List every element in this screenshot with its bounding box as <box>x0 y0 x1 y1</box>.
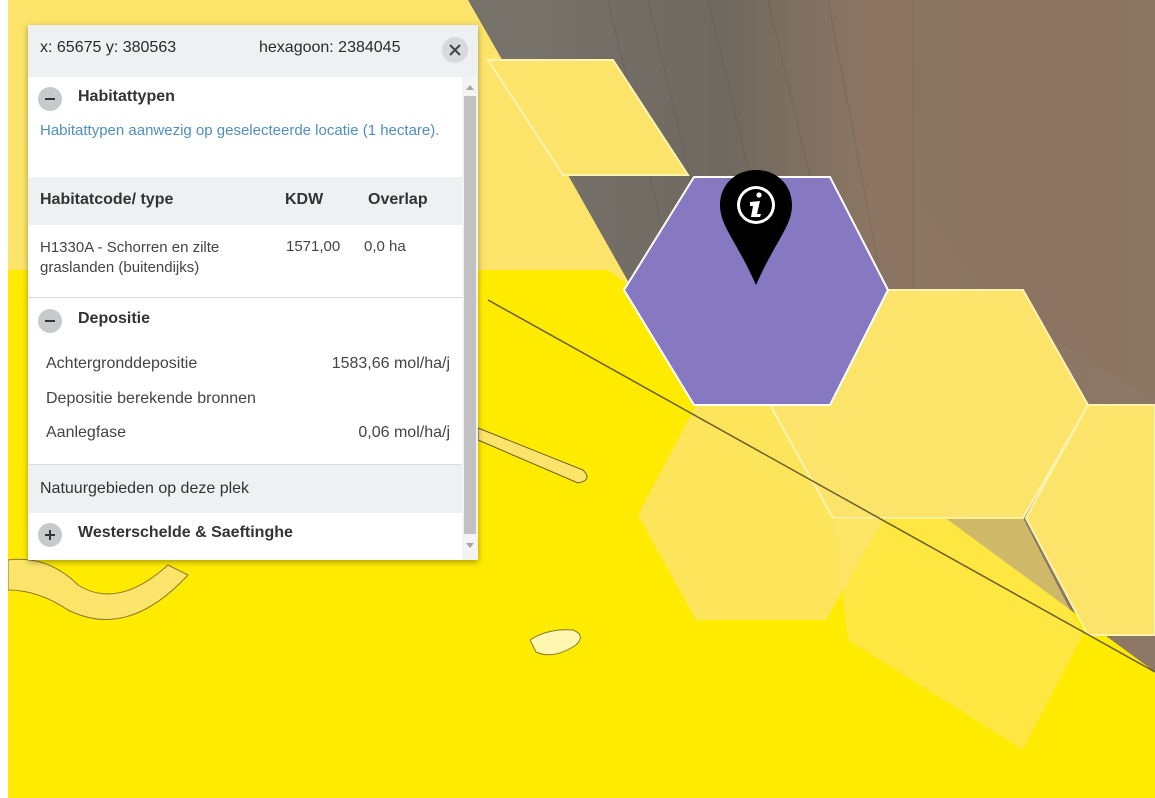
popup-header: x: 65675 y: 380563 hexagoon: 2384045 <box>28 25 478 77</box>
nature-areas-heading: Natuurgebieden op deze plek <box>28 464 462 513</box>
nature-area-label: Westerschelde & Saeftinghe <box>78 524 293 541</box>
column-header: KDW <box>285 191 324 208</box>
habitat-table-header: Habitatcode/ type KDW Overlap <box>28 177 462 225</box>
hexagon-id: hexagoon: 2384045 <box>259 39 401 56</box>
scrollbar[interactable] <box>462 77 478 560</box>
deposition-label: Depositie berekende bronnen <box>46 390 256 407</box>
nature-areas-title: Natuurgebieden op deze plek <box>40 480 250 497</box>
deposition-row: Aanlegfase 0,06 mol/ha/j <box>46 424 450 448</box>
deposition-title: Depositie <box>78 310 151 327</box>
habitat-title: Habitattypen <box>78 88 175 105</box>
scroll-down-arrow[interactable] <box>466 543 474 548</box>
deposition-row: Depositie berekende bronnen <box>46 390 450 414</box>
popup-body: Habitattypen Habitattypen aanwezig op ge… <box>28 77 462 560</box>
deposition-label: Aanlegfase <box>46 424 127 441</box>
collapse-button[interactable] <box>38 87 62 111</box>
close-button[interactable] <box>442 37 468 63</box>
habitat-type: H1330A - Schorren en zilte graslanden (b… <box>40 239 220 276</box>
column-header: Habitatcode/ type <box>40 191 174 208</box>
table-row: H1330A - Schorren en zilte graslanden (b… <box>28 225 462 298</box>
column-header: Overlap <box>368 191 428 208</box>
plus-icon <box>45 530 55 540</box>
habitat-kdw: 1571,00 <box>286 238 341 255</box>
expand-button[interactable] <box>38 523 62 547</box>
deposition-value: 1583,66 mol/ha/j <box>331 355 450 372</box>
deposition-row: Achtergronddepositie 1583,66 mol/ha/j <box>46 355 450 379</box>
deposition-section-header[interactable]: Depositie <box>28 299 462 343</box>
minus-icon <box>45 98 55 100</box>
coordinates-readout: x: 65675 y: 380563 <box>40 39 177 56</box>
habitat-section-header[interactable]: Habitattypen <box>28 77 462 121</box>
habitat-overlap: 0,0 ha <box>364 238 406 255</box>
nature-area-item[interactable]: Westerschelde & Saeftinghe <box>28 513 462 557</box>
close-icon <box>449 44 461 56</box>
collapse-button[interactable] <box>38 309 62 333</box>
scroll-thumb[interactable] <box>464 96 476 534</box>
deposition-label: Achtergronddepositie <box>46 355 198 372</box>
habitat-intro: Habitattypen aanwezig op geselecteerde l… <box>40 122 440 139</box>
minus-icon <box>45 320 55 322</box>
deposition-value: 0,06 mol/ha/j <box>358 424 450 441</box>
scroll-up-arrow[interactable] <box>466 85 474 90</box>
info-popup: x: 65675 y: 380563 hexagoon: 2384045 Hab… <box>28 25 478 560</box>
